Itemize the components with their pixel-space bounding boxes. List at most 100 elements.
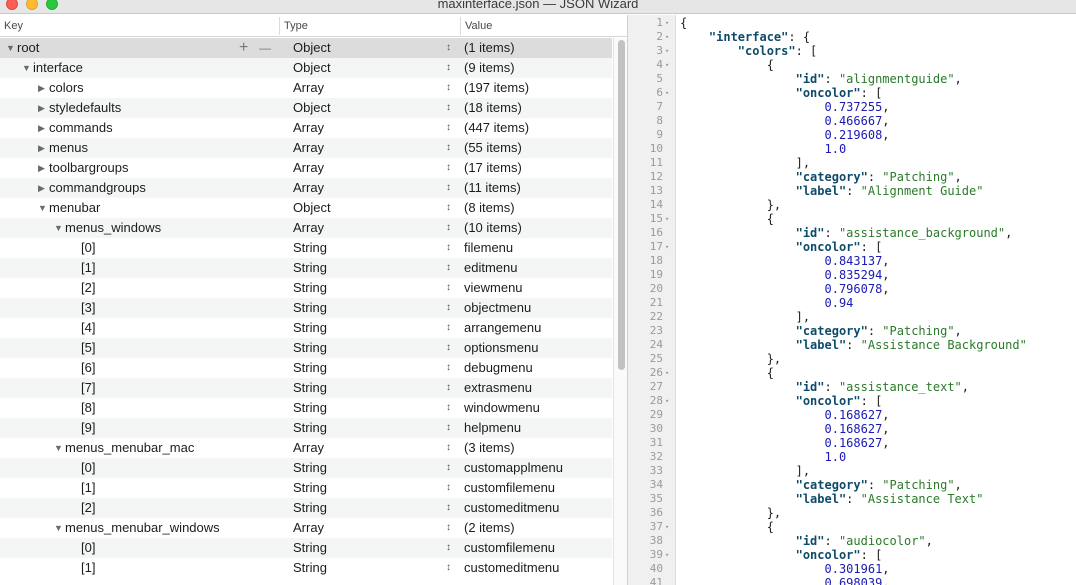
row-key[interactable]: [1] [81, 478, 95, 498]
row-value[interactable]: debugmenu [464, 358, 533, 378]
row-type[interactable]: Array [293, 118, 324, 138]
type-popup-chevron-icon[interactable]: ↕ [446, 58, 451, 78]
type-popup-chevron-icon[interactable]: ↕ [446, 278, 451, 298]
disclosure-collapsed-icon[interactable]: ▶ [38, 178, 48, 198]
row-type[interactable]: Array [293, 138, 324, 158]
fold-toggle-icon[interactable]: ▾ [665, 58, 669, 72]
type-popup-chevron-icon[interactable]: ↕ [446, 478, 451, 498]
row-value[interactable]: filemenu [464, 238, 513, 258]
row-type[interactable]: String [293, 258, 327, 278]
type-popup-chevron-icon[interactable]: ↕ [446, 518, 451, 538]
row-type[interactable]: Object [293, 198, 331, 218]
tree-row[interactable]: ▼ menus_menubar_mac Array ↕ (3 items) [0, 438, 612, 458]
row-value[interactable]: (2 items) [464, 518, 515, 538]
fold-toggle-icon[interactable]: ▾ [665, 520, 669, 534]
disclosure-collapsed-icon[interactable]: ▶ [38, 78, 48, 98]
row-type[interactable]: Array [293, 158, 324, 178]
tree-row[interactable]: [1] String ↕ customfilemenu [0, 478, 612, 498]
row-key[interactable]: commandgroups [49, 178, 146, 198]
column-header-key[interactable]: Key [4, 20, 23, 32]
row-type[interactable]: String [293, 278, 327, 298]
row-key[interactable]: [9] [81, 418, 95, 438]
type-popup-chevron-icon[interactable]: ↕ [446, 218, 451, 238]
type-popup-chevron-icon[interactable]: ↕ [446, 78, 451, 98]
type-popup-chevron-icon[interactable]: ↕ [446, 38, 451, 58]
row-type[interactable]: Array [293, 78, 324, 98]
disclosure-expanded-icon[interactable]: ▼ [22, 58, 32, 78]
row-type[interactable]: String [293, 298, 327, 318]
tree-row[interactable]: [5] String ↕ optionsmenu [0, 338, 612, 358]
row-key[interactable]: colors [49, 78, 84, 98]
tree-row[interactable]: ▶ menus Array ↕ (55 items) [0, 138, 612, 158]
disclosure-collapsed-icon[interactable]: ▶ [38, 138, 48, 158]
row-type[interactable]: String [293, 458, 327, 478]
row-key[interactable]: [7] [81, 378, 95, 398]
column-header-type[interactable]: Type [284, 20, 308, 32]
row-value[interactable]: windowmenu [464, 398, 540, 418]
type-popup-chevron-icon[interactable]: ↕ [446, 298, 451, 318]
fold-toggle-icon[interactable]: ▾ [665, 86, 669, 100]
fold-toggle-icon[interactable]: ▾ [665, 394, 669, 408]
row-key[interactable]: [0] [81, 538, 95, 558]
tree-row[interactable]: [4] String ↕ arrangemenu [0, 318, 612, 338]
row-value[interactable]: optionsmenu [464, 338, 538, 358]
type-popup-chevron-icon[interactable]: ↕ [446, 318, 451, 338]
add-item-button[interactable]: + [239, 38, 248, 58]
row-value[interactable]: customeditmenu [464, 558, 559, 578]
fold-toggle-icon[interactable]: ▾ [665, 548, 669, 562]
row-key[interactable]: [5] [81, 338, 95, 358]
row-key[interactable]: styledefaults [49, 98, 121, 118]
type-popup-chevron-icon[interactable]: ↕ [446, 138, 451, 158]
type-popup-chevron-icon[interactable]: ↕ [446, 258, 451, 278]
row-type[interactable]: String [293, 318, 327, 338]
row-value[interactable]: (1 items) [464, 38, 515, 58]
fold-toggle-icon[interactable]: ▾ [665, 212, 669, 226]
row-key[interactable]: [4] [81, 318, 95, 338]
row-value[interactable]: customfilemenu [464, 538, 555, 558]
row-type[interactable]: String [293, 378, 327, 398]
row-key[interactable]: menus_menubar_windows [65, 518, 220, 538]
row-value[interactable]: customeditmenu [464, 498, 559, 518]
tree-row[interactable]: [0] String ↕ customfilemenu [0, 538, 612, 558]
tree-row[interactable]: ▼ menus_menubar_windows Array ↕ (2 items) [0, 518, 612, 538]
row-key[interactable]: [1] [81, 258, 95, 278]
row-key[interactable]: [2] [81, 498, 95, 518]
row-type[interactable]: String [293, 238, 327, 258]
tree-row[interactable]: [9] String ↕ helpmenu [0, 418, 612, 438]
tree-row[interactable]: [6] String ↕ debugmenu [0, 358, 612, 378]
row-value[interactable]: helpmenu [464, 418, 521, 438]
type-popup-chevron-icon[interactable]: ↕ [446, 438, 451, 458]
tree-row[interactable]: ▼ root + — Object ↕ (1 items) [0, 38, 612, 58]
row-key[interactable]: menus [49, 138, 88, 158]
tree-row[interactable]: [7] String ↕ extrasmenu [0, 378, 612, 398]
tree-row[interactable]: ▼ interface Object ↕ (9 items) [0, 58, 612, 78]
row-type[interactable]: Object [293, 58, 331, 78]
type-popup-chevron-icon[interactable]: ↕ [446, 558, 451, 578]
type-popup-chevron-icon[interactable]: ↕ [446, 118, 451, 138]
fold-toggle-icon[interactable]: ▾ [665, 366, 669, 380]
row-key[interactable]: menus_menubar_mac [65, 438, 194, 458]
disclosure-expanded-icon[interactable]: ▼ [54, 438, 64, 458]
row-key[interactable]: menus_windows [65, 218, 161, 238]
type-popup-chevron-icon[interactable]: ↕ [446, 358, 451, 378]
row-key[interactable]: commands [49, 118, 113, 138]
tree-row[interactable]: [1] String ↕ customeditmenu [0, 558, 612, 578]
row-value[interactable]: (17 items) [464, 158, 522, 178]
row-type[interactable]: Array [293, 438, 324, 458]
row-key[interactable]: [1] [81, 558, 95, 578]
type-popup-chevron-icon[interactable]: ↕ [446, 238, 451, 258]
row-type[interactable]: String [293, 358, 327, 378]
row-value[interactable]: (197 items) [464, 78, 529, 98]
remove-item-button[interactable]: — [259, 38, 271, 58]
row-key[interactable]: [0] [81, 458, 95, 478]
type-popup-chevron-icon[interactable]: ↕ [446, 98, 451, 118]
row-value[interactable]: customapplmenu [464, 458, 563, 478]
tree-row[interactable]: [0] String ↕ customapplmenu [0, 458, 612, 478]
row-type[interactable]: Array [293, 218, 324, 238]
disclosure-expanded-icon[interactable]: ▼ [54, 518, 64, 538]
tree-row[interactable]: [2] String ↕ customeditmenu [0, 498, 612, 518]
disclosure-expanded-icon[interactable]: ▼ [6, 38, 16, 58]
row-value[interactable]: (18 items) [464, 98, 522, 118]
row-type[interactable]: Array [293, 178, 324, 198]
type-popup-chevron-icon[interactable]: ↕ [446, 398, 451, 418]
